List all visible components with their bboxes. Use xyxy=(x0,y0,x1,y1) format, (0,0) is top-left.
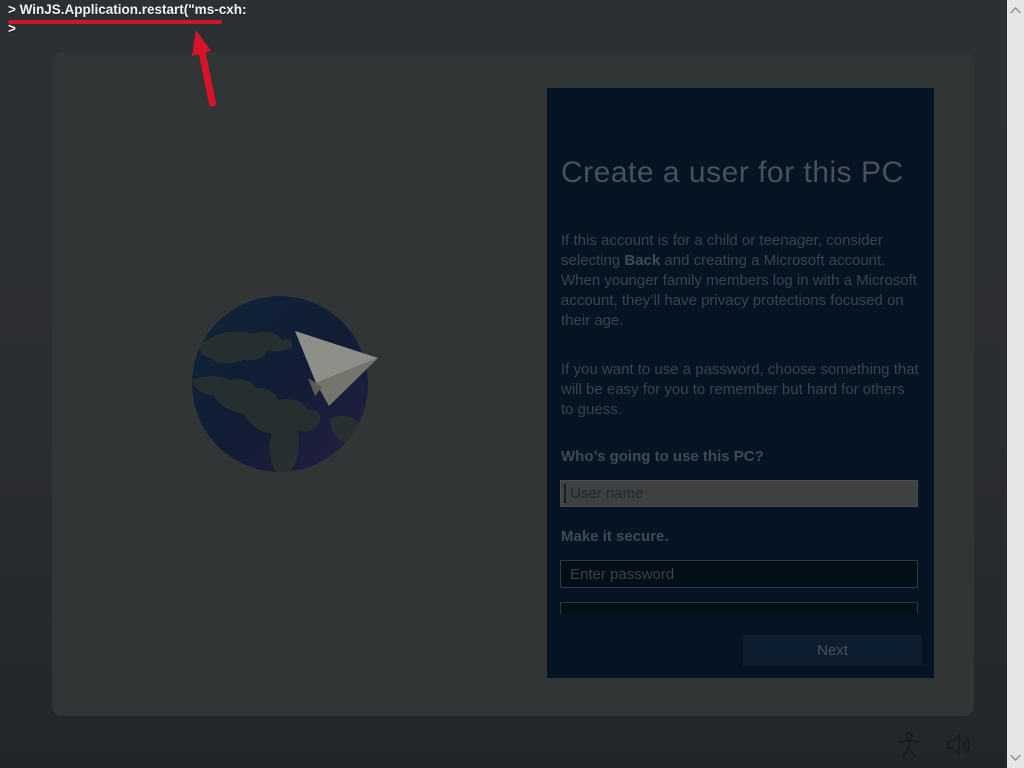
back-keyword: Back xyxy=(624,252,660,269)
username-label: Who’s going to use this PC? xyxy=(561,448,921,465)
scrollbar[interactable] xyxy=(1007,0,1024,768)
secure-label: Make it secure. xyxy=(561,528,921,545)
system-tray xyxy=(897,732,972,758)
confirm-password-input[interactable] xyxy=(560,602,918,614)
confirm-password-clipped-region xyxy=(560,602,918,614)
chevron-up-icon[interactable] xyxy=(1007,2,1024,19)
volume-icon[interactable] xyxy=(947,734,972,756)
console-command-line[interactable]: > WinJS.Application.restart("ms-cxh: xyxy=(8,2,246,17)
text-cursor xyxy=(564,484,566,503)
console-prompt[interactable]: > xyxy=(8,21,16,36)
username-input[interactable] xyxy=(560,480,918,507)
create-user-card: Create a user for this PC If this accoun… xyxy=(547,88,934,678)
child-account-paragraph: If this account is for a child or teenag… xyxy=(561,231,921,331)
page-title: Create a user for this PC xyxy=(561,156,921,190)
accessibility-icon[interactable] xyxy=(897,732,921,758)
globe-paper-plane-illustration xyxy=(182,288,442,488)
password-input[interactable] xyxy=(560,560,918,588)
next-button[interactable]: Next xyxy=(743,635,922,666)
dimmed-setup-page: Create a user for this PC If this accoun… xyxy=(52,52,974,716)
red-underline-annotation xyxy=(8,20,222,24)
password-advice-paragraph: If you want to use a password, choose so… xyxy=(561,360,921,420)
chevron-down-icon[interactable] xyxy=(1007,749,1024,766)
